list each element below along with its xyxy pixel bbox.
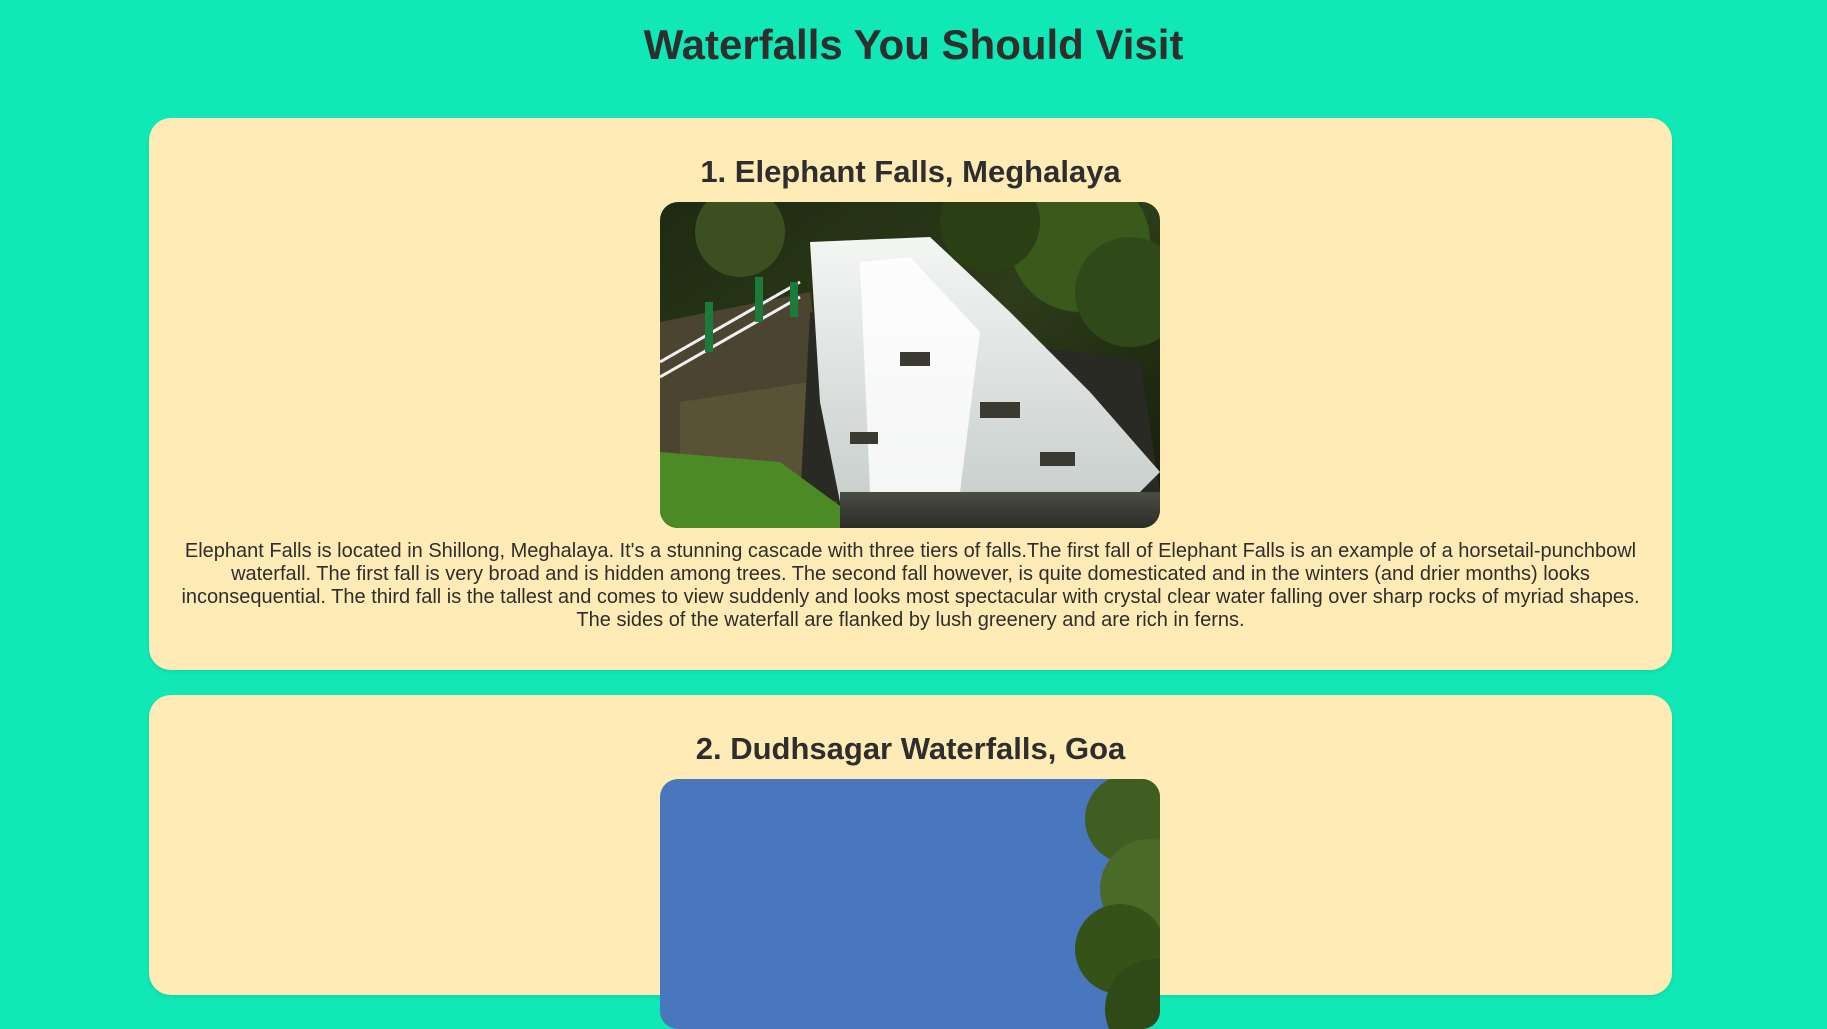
waterfall-heading: 2. Dudhsagar Waterfalls, Goa xyxy=(695,731,1126,766)
waterfall-heading: 1. Elephant Falls, Meghalaya xyxy=(700,154,1121,189)
dudhsagar-falls-photo xyxy=(660,779,1160,1029)
waterfall-card: 2. Dudhsagar Waterfalls, Goa xyxy=(149,695,1672,1029)
page-title: Waterfalls You Should Visit xyxy=(643,21,1184,68)
waterfall-description: Elephant Falls is located in Shillong, M… xyxy=(181,540,1640,631)
elephant-falls-photo xyxy=(660,202,1160,528)
waterfall-card: 1. Elephant Falls, Meghalaya Elephant Fa… xyxy=(149,118,1672,670)
